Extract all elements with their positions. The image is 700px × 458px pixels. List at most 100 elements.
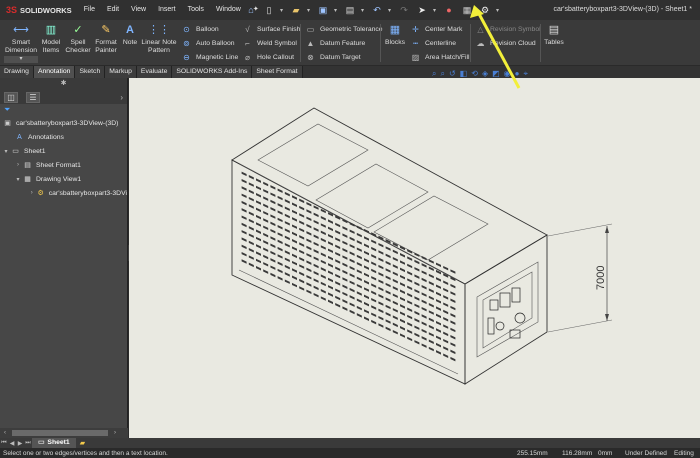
tab-sheet-format[interactable]: Sheet Format [252,66,303,78]
menu-file[interactable]: File [78,0,101,20]
hole-callout-button[interactable]: ⌀ Hole Callout [242,51,294,63]
redo-icon[interactable]: ↷ [397,3,411,17]
balloon-button[interactable]: ⊙ Balloon [181,23,219,35]
prev-sheet-icon[interactable]: ◀ [8,440,16,447]
drawing-canvas[interactable]: 7000 ⌕ ⌕ ↺ ◧ ⟲ ◈ ◩ ◉ ● ⌖ [129,69,700,438]
select-arrow-icon[interactable]: ➤ [415,3,429,17]
chevron-down-icon[interactable]: ▾ [496,7,501,14]
new-document-icon[interactable]: ▯ [262,3,276,17]
home-icon[interactable]: ⌂ [244,3,258,17]
tab-annotation[interactable]: Annotation [33,66,76,78]
expand-arrow-icon[interactable]: ▾ [14,176,22,183]
file-properties-icon[interactable]: ▦ [460,3,474,17]
smart-dimension-button[interactable]: ⟷ Smart Dimension [4,23,38,55]
property-manager-tab-icon[interactable]: ☰ [26,91,40,103]
chevron-down-icon[interactable]: ▾ [307,7,312,14]
chevron-down-icon[interactable]: ▾ [280,7,285,14]
last-sheet-icon[interactable]: ⏭ [24,440,32,447]
dimension-7000[interactable]: 7000 [595,266,607,290]
vent-slot [436,306,441,311]
next-sheet-icon[interactable]: ▶ [16,440,24,447]
area-hatch-fill-button[interactable]: ▨ Area Hatch/Fill [410,51,470,63]
auto-balloon-button[interactable]: ⊚ Auto Balloon [181,37,234,49]
appearance-icon[interactable]: ● [515,69,520,79]
tab-evaluate[interactable]: Evaluate [136,66,173,78]
rotate-view-icon[interactable]: ⟲ [471,69,478,79]
geometric-tolerance-button[interactable]: ▭ Geometric Tolerance [305,23,383,35]
chevron-down-icon[interactable]: ▾ [388,7,393,14]
zoom-area-icon[interactable]: ⌕ [440,69,444,79]
scroll-left-icon[interactable]: ‹ [4,430,6,436]
centerline-button[interactable]: ┅ Centerline [410,37,456,49]
revision-cloud-button[interactable]: ☁ Revision Cloud [475,37,536,49]
vent-slot [421,292,427,297]
datum-target-button[interactable]: ⊗ Datum Target [305,51,361,63]
tree-item-part[interactable]: › ⚙ car'sbatteryboxpart3-3DVi [0,186,127,200]
scene-icon[interactable]: ⌖ [523,69,528,79]
menu-insert[interactable]: Insert [152,0,182,20]
scroll-right-icon[interactable]: › [114,430,116,436]
vent-slot [378,315,384,321]
tree-item-sheet[interactable]: ▾ ▭ Sheet1 [0,144,127,158]
first-sheet-icon[interactable]: ⏮ [0,440,8,447]
vent-slot [356,262,362,267]
datum-feature-button[interactable]: ▲ Datum Feature [305,37,366,49]
tables-button[interactable]: ▤ Tables [543,23,565,47]
smart-dimension-dropdown[interactable]: ▾ [4,56,38,63]
menu-edit[interactable]: Edit [101,0,125,20]
tab-markup[interactable]: Markup [105,66,137,78]
save-icon[interactable]: ▣ [316,3,330,17]
tree-item-root[interactable]: ▣ car'sbatteryboxpart3-3DView-(3D) [0,116,127,130]
vent-slot [428,339,434,344]
open-folder-icon[interactable]: ▰ [289,3,303,17]
chevron-down-icon[interactable]: ▾ [433,7,438,14]
view-orientation-icon[interactable]: ◈ [482,69,488,79]
tab-sketch[interactable]: Sketch [75,66,106,78]
scrollbar-thumb[interactable] [12,430,108,436]
magnetic-line-button[interactable]: ⊖ Magnetic Line [181,51,238,63]
vent-slot [342,240,348,246]
horizontal-scrollbar[interactable]: ‹ › [0,428,128,438]
section-view-icon[interactable]: ◧ [460,69,468,79]
zoom-to-fit-icon[interactable]: ⌕ [432,69,436,79]
traffic-light-icon[interactable]: ● [442,3,456,17]
expand-arrow-icon[interactable]: ▾ [2,148,10,155]
model-items-button[interactable]: ▥ Model Items [40,23,62,55]
collapsed-arrow-icon[interactable]: › [14,162,22,168]
chevron-right-icon[interactable]: › [120,93,123,102]
undo-icon[interactable]: ↶ [370,3,384,17]
print-icon[interactable]: ▤ [343,3,357,17]
tab-solidworks-add-ins[interactable]: SOLIDWORKS Add-Ins [172,66,253,78]
menu-view[interactable]: View [125,0,152,20]
collapsed-arrow-icon[interactable]: › [28,190,35,196]
spell-checker-button[interactable]: ✓ Spell Checker [65,23,90,55]
smart-dimension-label: Smart Dimension [4,39,38,54]
revision-symbol-button[interactable]: △ Revision Symbol [475,23,540,35]
hide-show-icon[interactable]: ◉ [504,69,511,79]
surface-finish-button[interactable]: √ Surface Finish [242,23,300,35]
tree-item-sheet-format[interactable]: › ▤ Sheet Format1 [0,158,127,172]
sheet-tab-sheet1[interactable]: ▭ Sheet1 [32,438,76,448]
options-gear-icon[interactable]: ⚙ [478,3,492,17]
panel-handle[interactable]: ✱ [0,78,127,90]
extension-line [547,319,613,333]
linear-note-pattern-button[interactable]: ⋮⋮ Linear Note Pattern [141,23,177,55]
chevron-down-icon[interactable]: ▾ [361,7,366,14]
tree-item-annotations[interactable]: A Annotations [0,130,127,144]
display-style-icon[interactable]: ◩ [492,69,500,79]
blocks-button[interactable]: ▦ Blocks [384,23,406,47]
filter-icon[interactable]: ⏷ [0,104,127,116]
chevron-down-icon[interactable]: ▾ [334,7,339,14]
tree-item-drawing-view[interactable]: ▾ ▦ Drawing View1 [0,172,127,186]
tab-drawing[interactable]: Drawing [0,66,34,78]
add-sheet-icon[interactable]: ▰ [80,439,85,447]
format-painter-button[interactable]: ✎ Format Painter [94,23,118,55]
vent-slot [299,242,305,247]
feature-manager-tab-icon[interactable]: ◫ [4,91,18,103]
center-mark-button[interactable]: ✛ Center Mark [410,23,462,35]
previous-view-icon[interactable]: ↺ [449,69,456,79]
weld-symbol-button[interactable]: ⌐ Weld Symbol [242,37,297,49]
menu-tools[interactable]: Tools [182,0,210,20]
note-button[interactable]: A Note [121,23,139,47]
menu-window[interactable]: Window [210,0,247,20]
